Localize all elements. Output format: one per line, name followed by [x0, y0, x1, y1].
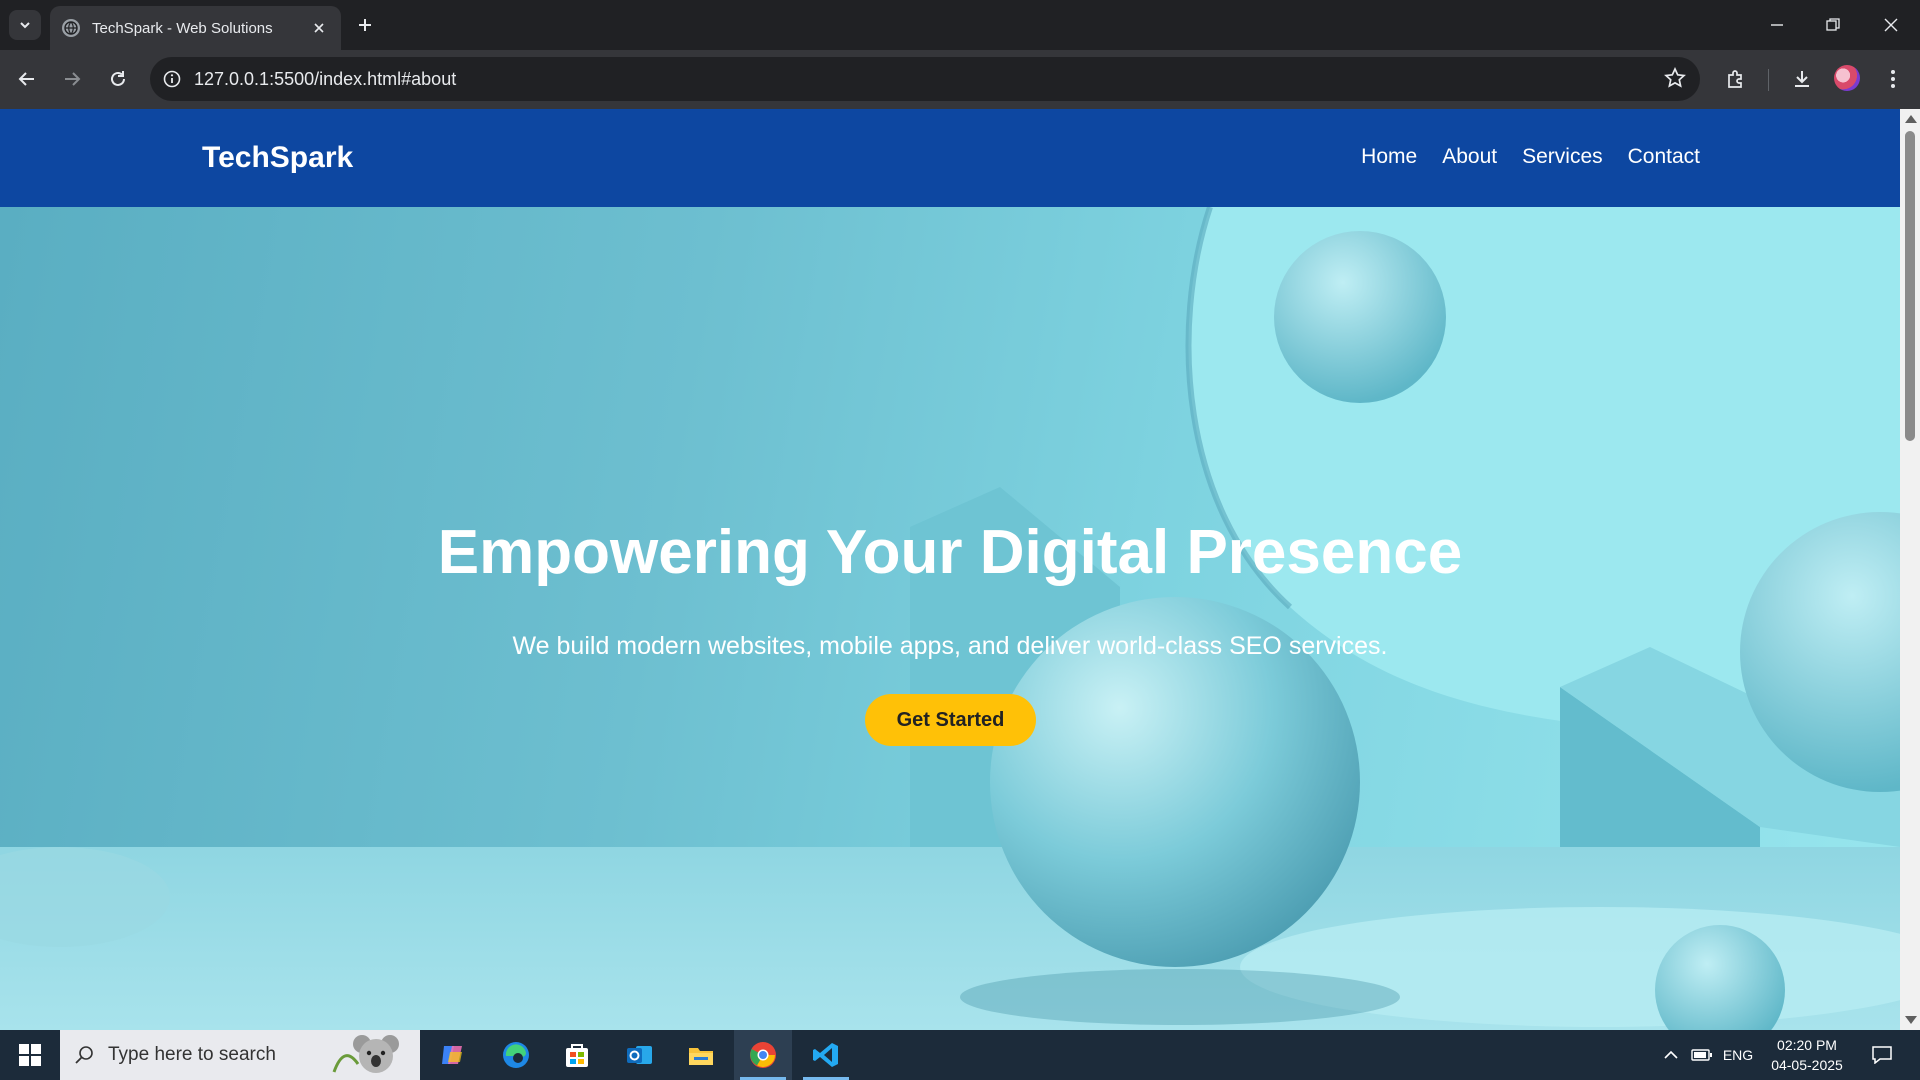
- vscode-icon: [813, 1043, 838, 1067]
- site-logo[interactable]: TechSpark: [202, 141, 353, 175]
- chevron-down-icon: [20, 22, 30, 29]
- system-clock[interactable]: 02:20 PM 04-05-2025: [1762, 1035, 1852, 1075]
- reload-icon: [111, 71, 125, 86]
- show-hidden-icons-button[interactable]: [1658, 1030, 1684, 1080]
- site-header: TechSpark Home About Services Contact: [0, 109, 1900, 207]
- minimize-button[interactable]: [1748, 0, 1806, 50]
- site-info-icon[interactable]: [150, 70, 194, 88]
- profile-avatar[interactable]: [1834, 65, 1860, 91]
- new-tab-button[interactable]: [352, 12, 378, 38]
- windows-logo-icon: [19, 1044, 41, 1066]
- hero-section: Empowering Your Digital Presence We buil…: [0, 207, 1900, 1030]
- scroll-up-arrow-icon[interactable]: [1905, 115, 1917, 123]
- close-icon: [1884, 18, 1898, 32]
- browser-menu-button[interactable]: [1878, 64, 1908, 94]
- browser-tab[interactable]: TechSpark - Web Solutions: [50, 6, 341, 50]
- tab-search-button[interactable]: [9, 10, 41, 40]
- copilot-icon: [442, 1046, 462, 1064]
- edge-app[interactable]: [487, 1030, 545, 1080]
- outlook-icon: [627, 1046, 652, 1064]
- scroll-down-arrow-icon[interactable]: [1905, 1016, 1917, 1024]
- puzzle-icon: [1728, 70, 1742, 88]
- address-bar[interactable]: 127.0.0.1:5500/index.html#about: [150, 57, 1700, 101]
- start-button[interactable]: [0, 1030, 60, 1080]
- vscode-app[interactable]: [797, 1030, 855, 1080]
- file-explorer-app[interactable]: [672, 1030, 730, 1080]
- file-explorer-icon: [689, 1048, 713, 1065]
- search-icon: [75, 1046, 93, 1064]
- toolbar-divider: [1768, 69, 1769, 91]
- bookmark-star-icon[interactable]: [1664, 66, 1686, 94]
- clock-time: 02:20 PM: [1777, 1037, 1837, 1053]
- hero-content: Empowering Your Digital Presence We buil…: [0, 207, 1900, 1030]
- restore-button[interactable]: [1804, 0, 1862, 50]
- nav-link-about[interactable]: About: [1442, 145, 1497, 169]
- scrollbar-thumb[interactable]: [1905, 131, 1915, 441]
- arrow-left-icon: [18, 72, 34, 86]
- extensions-button[interactable]: [1721, 64, 1751, 94]
- notification-icon: [1872, 1046, 1892, 1064]
- kebab-menu-icon: [1891, 70, 1895, 88]
- arrow-right-icon: [65, 72, 81, 86]
- clock-date: 04-05-2025: [1771, 1057, 1843, 1073]
- tab-title: TechSpark - Web Solutions: [92, 19, 273, 37]
- page-viewport: TechSpark Home About Services Contact Em…: [0, 109, 1920, 1030]
- edge-icon: [503, 1042, 529, 1068]
- close-tab-icon[interactable]: [309, 18, 329, 38]
- download-icon: [1795, 71, 1809, 87]
- windows-taskbar: Type here to search ENG 02:20 PM 04-05-2…: [0, 1030, 1920, 1080]
- nav-link-contact[interactable]: Contact: [1628, 145, 1700, 169]
- page-scrollbar[interactable]: [1900, 109, 1920, 1030]
- downloads-button[interactable]: [1787, 64, 1817, 94]
- nav-link-home[interactable]: Home: [1361, 145, 1417, 169]
- language-indicator[interactable]: ENG: [1718, 1030, 1758, 1080]
- copilot-app[interactable]: [424, 1030, 482, 1080]
- battery-icon: [1691, 1049, 1712, 1061]
- forward-button[interactable]: [57, 64, 87, 94]
- nav-link-services[interactable]: Services: [1522, 145, 1603, 169]
- restore-icon: [1826, 18, 1840, 31]
- battery-status[interactable]: [1688, 1030, 1716, 1080]
- back-button[interactable]: [12, 64, 42, 94]
- browser-tabstrip: TechSpark - Web Solutions: [0, 0, 1920, 50]
- notification-center-button[interactable]: [1862, 1030, 1902, 1080]
- plus-icon: [359, 19, 371, 31]
- chrome-icon: [750, 1042, 776, 1068]
- taskbar-search-placeholder: Type here to search: [108, 1044, 276, 1065]
- get-started-button[interactable]: Get Started: [865, 694, 1036, 746]
- taskbar-search-box[interactable]: Type here to search: [60, 1030, 420, 1080]
- hero-heading: Empowering Your Digital Presence: [437, 518, 1463, 587]
- reload-button[interactable]: [103, 64, 133, 94]
- chrome-app[interactable]: [734, 1030, 792, 1080]
- site-nav-menu: Home About Services Contact: [1361, 145, 1700, 169]
- hero-subheading: We build modern websites, mobile apps, a…: [512, 632, 1388, 660]
- minimize-icon: [1771, 24, 1783, 26]
- store-app[interactable]: [548, 1030, 606, 1080]
- browser-toolbar: 127.0.0.1:5500/index.html#about: [0, 50, 1920, 109]
- globe-icon: [62, 19, 80, 37]
- koala-search-highlight-icon: [332, 1035, 399, 1073]
- chevron-up-icon: [1664, 1050, 1678, 1059]
- close-window-button[interactable]: [1862, 0, 1920, 50]
- outlook-app[interactable]: [610, 1030, 668, 1080]
- url-text[interactable]: 127.0.0.1:5500/index.html#about: [194, 69, 456, 90]
- store-icon: [566, 1044, 588, 1067]
